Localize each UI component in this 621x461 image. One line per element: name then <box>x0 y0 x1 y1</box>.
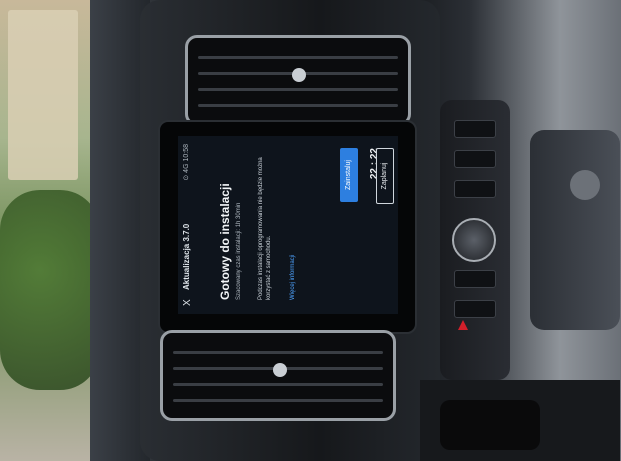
vent-slat <box>198 56 398 59</box>
car-interior-photo: X Aktualizacja 3.7.0 ⊙ 4G 10:58 Gotowy d… <box>0 0 621 461</box>
infotainment-screen: X Aktualizacja 3.7.0 ⊙ 4G 10:58 Gotowy d… <box>178 136 398 314</box>
vent-slat <box>198 104 398 107</box>
more-info-link[interactable]: Więcej informacji <box>290 255 296 300</box>
vent-knob[interactable] <box>273 363 287 377</box>
ready-heading: Gotowy do instalacji <box>218 183 232 300</box>
air-vent-bottom <box>160 330 396 421</box>
vent-slat <box>198 88 398 91</box>
schedule-button[interactable]: Zaplanuj <box>376 148 394 204</box>
close-icon[interactable]: X <box>182 299 193 306</box>
house-outside <box>8 10 78 180</box>
gear-selector-area <box>530 130 620 330</box>
status-bar: ⊙ 4G 10:58 <box>183 144 190 181</box>
vent-slat <box>173 351 383 354</box>
shoe <box>440 400 540 450</box>
gear-knob[interactable] <box>570 170 600 200</box>
install-button[interactable]: Zainstaluj <box>340 148 358 202</box>
vent-slat <box>173 399 383 402</box>
console-button[interactable] <box>454 270 496 288</box>
vent-knob[interactable] <box>292 68 306 82</box>
console-button[interactable] <box>454 180 496 198</box>
volume-dial[interactable] <box>452 218 496 262</box>
install-note: Podczas instalacji oprogramowania nie bę… <box>258 157 272 300</box>
console-button[interactable] <box>454 300 496 318</box>
console-button[interactable] <box>454 150 496 168</box>
trees-outside <box>0 190 100 390</box>
install-duration: Szacowany czas instalacji: 1h 30min <box>236 202 242 300</box>
update-dialog: X Aktualizacja 3.7.0 ⊙ 4G 10:58 Gotowy d… <box>178 136 398 314</box>
air-vent-top <box>185 35 411 126</box>
console-button[interactable] <box>454 120 496 138</box>
update-title: Aktualizacja 3.7.0 <box>182 223 191 290</box>
vent-slat <box>173 383 383 386</box>
